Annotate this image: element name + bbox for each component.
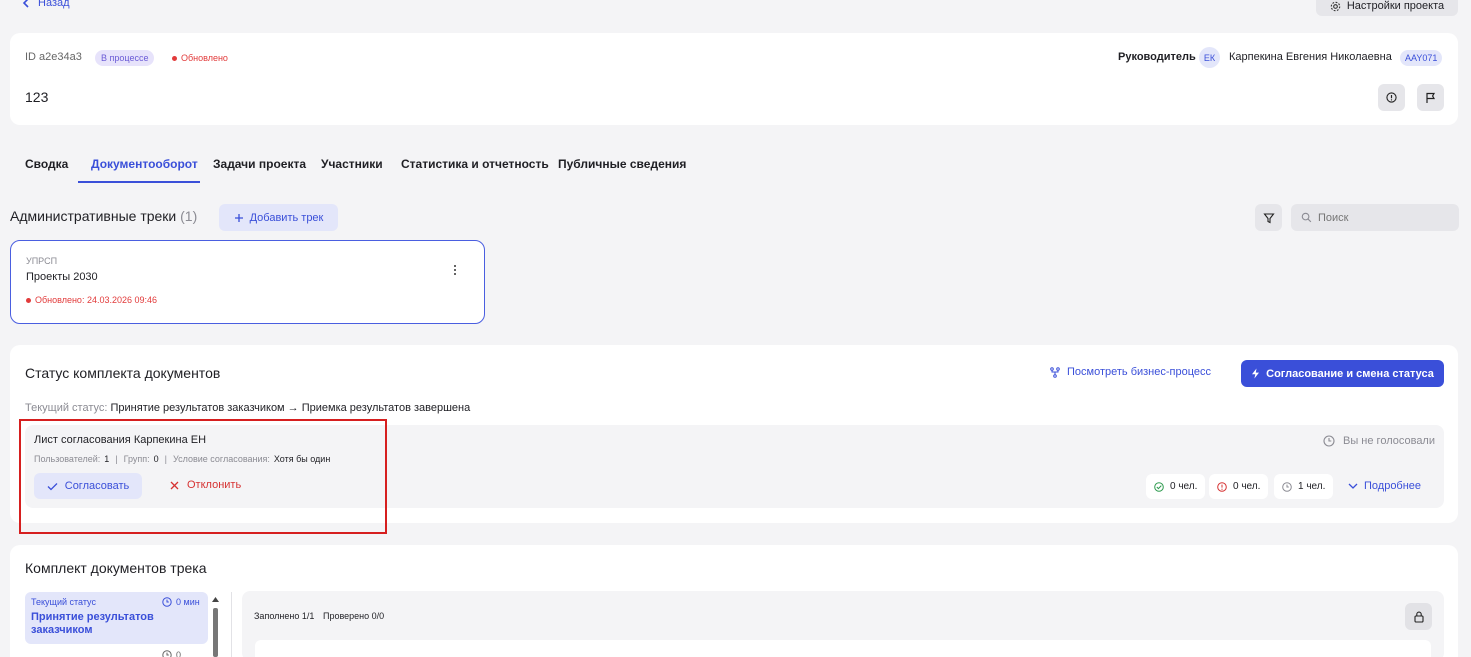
vote-status-label: Вы не голосовали [1343,435,1435,447]
track-updated-text: Обновлено: 24.03.2026 09:46 [35,295,158,305]
rejected-count-pill: 0 чел. [1209,474,1269,499]
tab-1[interactable]: Документооборот [91,157,198,171]
chevron-left-icon [22,0,30,8]
view-process-link[interactable]: Посмотреть бизнес-процесс [1050,366,1211,378]
track-org: УПРСП [26,256,58,266]
clock-icon [1323,435,1335,447]
updated-indicator: Обновлено [172,53,228,63]
tab-2[interactable]: Задачи проекта [213,157,306,171]
current-status-value: Принятие результатов заказчиком → Приемк… [110,402,471,414]
current-status-prefix: Текущий статус: [25,402,108,414]
more-details-label: Подробнее [1364,480,1422,492]
lock-icon [1413,611,1424,623]
approve-change-label: Согласование и смена статуса [1266,367,1434,380]
project-id: ID a2e34a3 [25,51,82,63]
vote-status: Вы не голосовали [1323,435,1435,447]
manager-name: Карпекина Евгения Николаевна [1229,51,1392,63]
active-tab-underline [78,181,200,183]
track-name: Проекты 2030 [26,271,98,283]
current-status-line: Текущий статус: Принятие результатов зак… [25,402,470,414]
filled-count: Заполнено 1/1 [254,611,315,621]
status-list-scrollbar[interactable] [211,596,220,657]
current-status-time: 0 мин [162,597,200,607]
back-label: Назад [38,0,70,9]
filter-button[interactable] [1255,204,1282,231]
branch-icon [1050,366,1060,378]
rejected-count: 0 чел. [1233,481,1261,492]
document-row [255,640,1431,657]
check-circle-icon [1154,481,1164,492]
lock-button[interactable] [1405,603,1432,630]
search-input[interactable] [1318,211,1448,224]
tab-5[interactable]: Публичные сведения [558,157,686,171]
gear-icon [1330,1,1341,12]
clock-icon [162,597,172,607]
current-time-value: 0 мин [176,597,200,607]
tracks-title: Административные треки (1) [10,208,197,224]
docset-title: Комплект документов трека [25,560,207,576]
alert-circle-icon [1217,481,1227,492]
vertical-divider [231,592,232,657]
tab-0[interactable]: Сводка [25,157,68,171]
next-status-time: 0 [162,650,181,657]
flag-button[interactable] [1417,84,1444,111]
approved-count-pill: 0 чел. [1146,474,1206,499]
search-icon [1301,212,1312,223]
clock-icon [1282,481,1292,492]
updated-dot [172,56,177,62]
updated-label: Обновлено [181,53,228,63]
track-updated: Обновлено: 24.03.2026 09:46 [26,295,157,305]
add-track-button[interactable]: Добавить трек [219,204,338,231]
manager-code-badge: AAY071 [1400,50,1443,66]
approved-count: 0 чел. [1170,481,1198,492]
project-settings-button[interactable]: Настройки проекта [1316,0,1458,16]
chevron-down-icon [1348,483,1358,490]
status-title: Статус комплекта документов [25,365,221,381]
current-status-name: Принятие результатов заказчиком [31,611,154,636]
more-details-link[interactable]: Подробнее [1348,480,1421,492]
tracks-title-text: Административные треки [10,208,177,224]
tab-4[interactable]: Статистика и отчетность [401,157,549,171]
filter-icon [1262,212,1275,224]
highlight-box [19,419,387,534]
view-process-label: Посмотреть бизнес-процесс [1067,366,1212,378]
approve-change-status-button[interactable]: Согласование и смена статуса [1241,360,1444,387]
avatar-initials: ЕК [1203,52,1216,63]
project-name: 123 [25,89,49,105]
avatar: ЕК [1199,47,1220,68]
back-link[interactable]: Назад [22,0,70,9]
status-badge: В процессе [95,50,155,66]
track-updated-dot [26,298,31,304]
plus-icon [234,213,244,223]
checked-count: Проверено 0/0 [323,611,385,621]
bolt-icon [1251,368,1260,379]
manager-label: Руководитель [1118,51,1196,63]
flag-icon [1425,92,1437,104]
more-menu-icon[interactable] [452,263,458,281]
tracks-count: (1) [180,208,198,224]
settings-label: Настройки проекта [1346,0,1445,12]
project-header-card [10,33,1458,125]
info-button[interactable] [1378,84,1405,111]
current-status-label: Текущий статус [31,597,96,607]
clock-icon [162,650,172,657]
pending-count-pill: 1 чел. [1274,474,1334,499]
add-track-label: Добавить трек [249,211,324,224]
search-field[interactable] [1291,204,1459,231]
pending-count: 1 чел. [1298,481,1326,492]
info-icon [1386,92,1397,103]
tab-3[interactable]: Участники [321,157,383,171]
next-time-value: 0 [176,650,182,657]
